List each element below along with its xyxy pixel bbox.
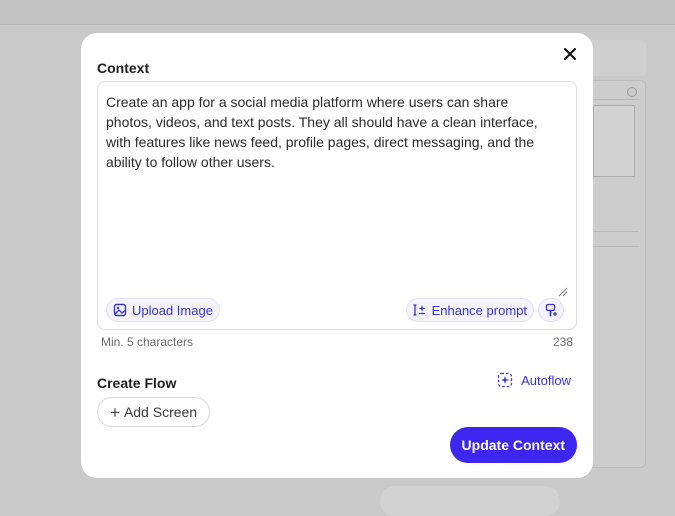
- enhance-prompt-label: Enhance prompt: [431, 302, 527, 318]
- resize-handle-icon[interactable]: [558, 287, 568, 297]
- close-icon: [564, 48, 576, 60]
- character-count: 238: [552, 335, 573, 349]
- sparkle-text-icon: [413, 304, 425, 316]
- background-card-preview: [593, 105, 635, 177]
- autoflow-label: Autoflow: [521, 372, 571, 388]
- background-divider: [593, 231, 639, 232]
- background-card-dot: [627, 87, 637, 97]
- background-divider: [593, 99, 639, 100]
- background-panel: [586, 40, 646, 76]
- upload-image-button[interactable]: Upload Image: [106, 298, 220, 322]
- context-modal: Context Create an app for a social media…: [81, 33, 593, 478]
- autoflow-icon: [497, 372, 513, 388]
- brush-icon: [545, 303, 557, 317]
- min-characters-hint: Min. 5 characters: [101, 335, 194, 349]
- upload-image-label: Upload Image: [132, 302, 213, 318]
- add-screen-label: Add Screen: [123, 404, 198, 420]
- background-screen-card: [586, 80, 646, 468]
- style-brush-button[interactable]: [538, 298, 564, 322]
- update-context-button[interactable]: Update Context: [449, 427, 577, 463]
- autoflow-button[interactable]: Autoflow: [497, 372, 571, 388]
- context-textarea[interactable]: Create an app for a social media platfor…: [97, 81, 577, 330]
- enhance-prompt-button[interactable]: Enhance prompt: [405, 298, 534, 322]
- background-bottom-pill: [380, 486, 560, 516]
- create-flow-title: Create Flow: [97, 375, 177, 391]
- context-text[interactable]: Create an app for a social media platfor…: [106, 92, 546, 172]
- image-icon: [113, 303, 127, 317]
- background-divider: [593, 246, 639, 247]
- plus-icon: +: [110, 402, 120, 422]
- background-topbar: [0, 0, 675, 25]
- add-screen-button[interactable]: + Add Screen: [97, 397, 211, 427]
- close-button[interactable]: [561, 45, 579, 63]
- context-title: Context: [97, 60, 150, 76]
